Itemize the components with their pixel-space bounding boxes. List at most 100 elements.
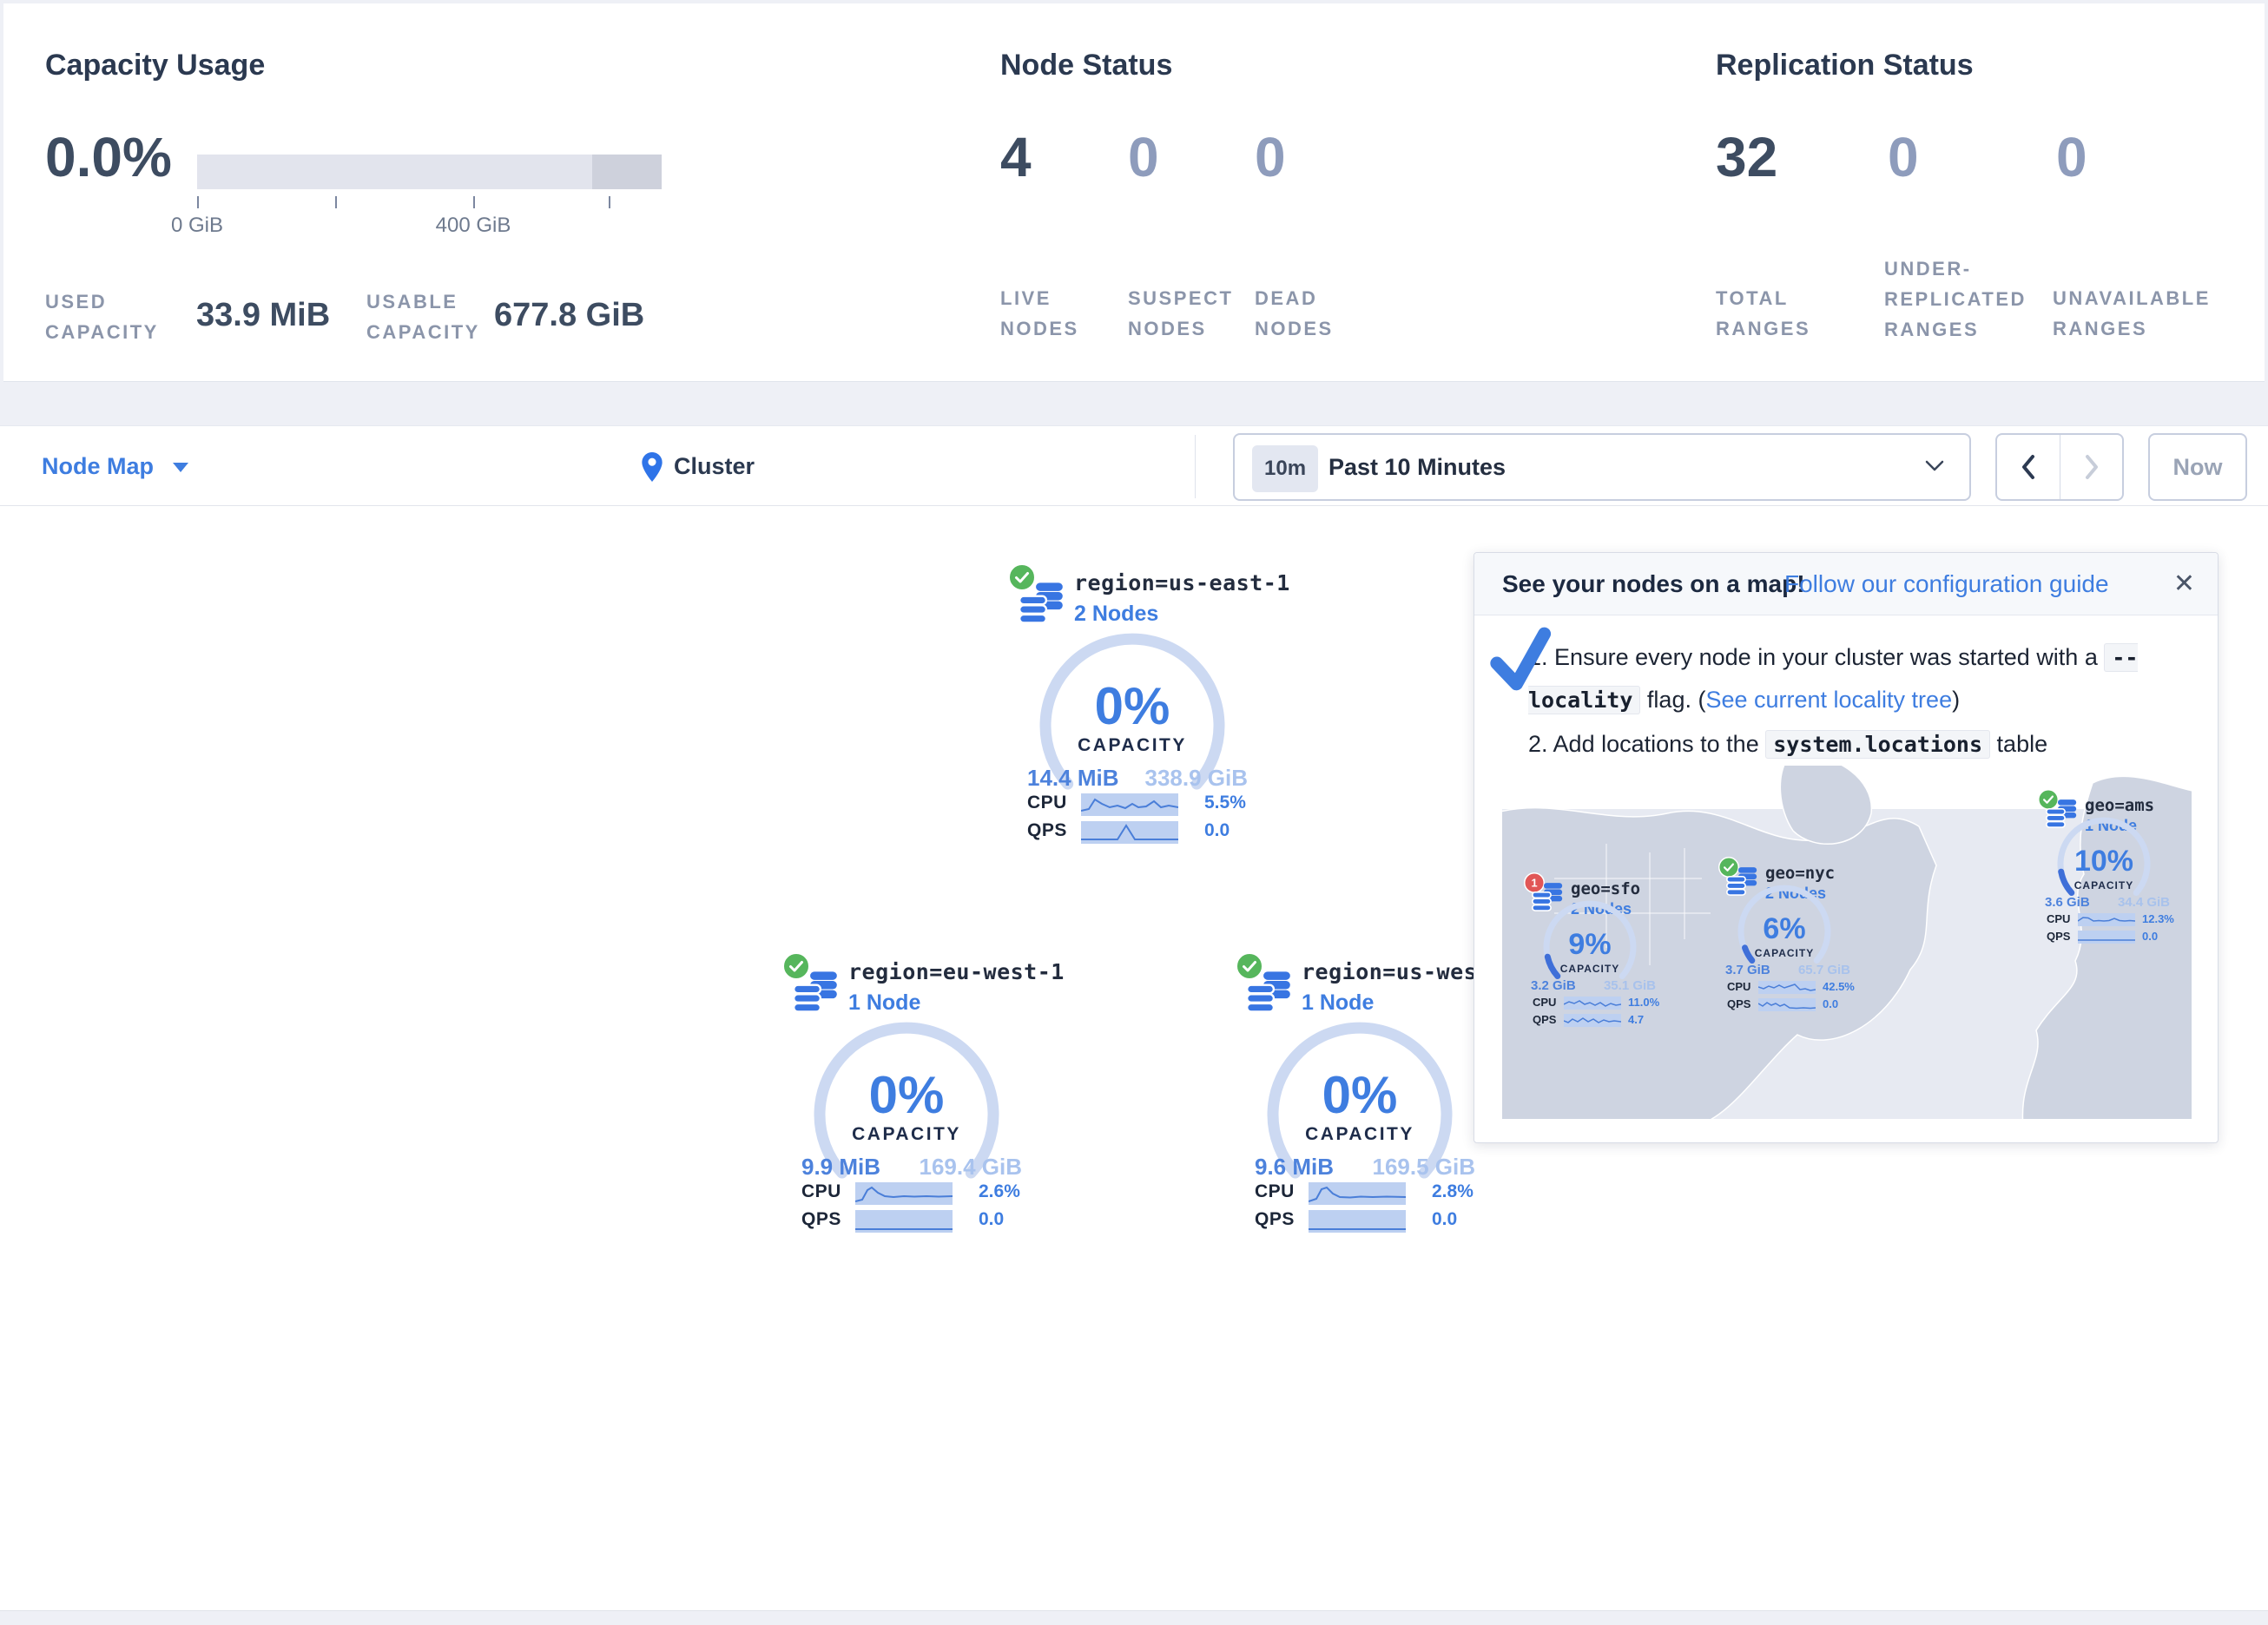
qps-label: QPS (2047, 930, 2070, 943)
under-replicated-label: UNDER-REPLICATED RANGES (1884, 253, 2058, 345)
close-icon[interactable]: ✕ (2173, 553, 2195, 615)
done-check-mark-icon (1485, 626, 1559, 701)
cpu-value: 2.6% (979, 1181, 1020, 1202)
capacity-axis-label-400: 400 GiB (421, 214, 525, 238)
cpu-value: 12.3% (2142, 912, 2174, 925)
used-capacity-value: 33.9 MiB (196, 297, 330, 334)
chevron-right-icon (2082, 453, 2101, 481)
mini-capacity-label: CAPACITY (1538, 963, 1642, 975)
capacity-axis-label-0: 0 GiB (154, 214, 241, 238)
cpu-value: 42.5% (1823, 980, 1855, 993)
map-node-geo-sfo[interactable]: 1 geo=sfo 2 Nodes 9% CAPACITY 3.2 GiB 35… (1519, 867, 1666, 1034)
mini-capacity-label: CAPACITY (1732, 947, 1836, 959)
step-text: Ensure every node in your cluster was st… (1554, 644, 2104, 670)
mini-total-capacity: 65.7 GiB (1793, 963, 1850, 977)
cpu-sparkline (1564, 997, 1621, 1010)
mini-capacity-percent: 6% (1741, 912, 1828, 946)
view-selector-label: Node Map (42, 453, 154, 479)
cpu-metric-row: CPU 2.8% (1187, 1181, 1534, 1206)
cpu-label: CPU (2047, 912, 2070, 925)
qps-sparkline (1081, 821, 1178, 844)
cpu-label: CPU (801, 1181, 841, 1202)
locality-tree-link[interactable]: See current locality tree (1705, 687, 1952, 713)
cpu-metric-row: CPU 42.5% (1713, 980, 1861, 996)
node-map-page: Capacity Usage 0.0% 0 GiB 400 GiB USED C… (0, 0, 2268, 1625)
cpu-metric-row: CPU 11.0% (1519, 996, 1666, 1011)
region-used-capacity: 9.9 MiB (801, 1154, 880, 1181)
region-nodes-link[interactable]: 1 Node (848, 990, 920, 1016)
map-node-locality: geo=sfo (1571, 879, 1640, 898)
map-node-geo-nyc[interactable]: geo=nyc 2 Nodes 6% CAPACITY 3.7 GiB 65.7… (1713, 852, 1861, 1018)
qps-label: QPS (1027, 820, 1067, 841)
usable-capacity-value: 677.8 GiB (494, 297, 644, 334)
dead-nodes-count: 0 (1255, 125, 1286, 189)
qps-value: 4.7 (1628, 1013, 1644, 1026)
mini-capacity-percent: 10% (2060, 845, 2147, 878)
capacity-gauge-label: CAPACITY (802, 1124, 1011, 1145)
map-node-locality: geo=ams (2085, 796, 2154, 815)
region-used-capacity: 9.6 MiB (1255, 1154, 1334, 1181)
breadcrumb[interactable]: Cluster (641, 426, 755, 507)
breadcrumb-cluster-label: Cluster (674, 453, 755, 480)
time-step-back-button[interactable] (1997, 435, 2060, 499)
config-step-1: 1. Ensure every node in your cluster was… (1528, 636, 2192, 721)
unavailable-ranges-label: UNAVAILABLE RANGES (2053, 283, 2244, 344)
time-range-selector[interactable]: 10m Past 10 Minutes (1233, 433, 1971, 501)
now-button[interactable]: Now (2148, 433, 2247, 501)
qps-metric-row: QPS 0.0 (734, 1209, 1081, 1234)
qps-value: 0.0 (1204, 820, 1230, 841)
live-nodes-count: 4 (1000, 125, 1032, 189)
region-nodes-link[interactable]: 2 Nodes (1074, 602, 1158, 627)
time-step-controls (1995, 433, 2124, 501)
capacity-used-percent: 0.0% (45, 125, 172, 189)
cluster-summary-panel: Capacity Usage 0.0% 0 GiB 400 GiB USED C… (3, 3, 2265, 382)
region-nodes-link[interactable]: 1 Node (1302, 990, 1374, 1016)
configuration-guide-link[interactable]: Follow our configuration guide (1784, 553, 2109, 615)
example-node-map-preview: 1 geo=sfo 2 Nodes 9% CAPACITY 3.2 GiB 35… (1502, 766, 2192, 1119)
node-status-title: Node Status (1000, 49, 1172, 82)
region-group-eu-west-1[interactable]: region=eu-west-1 1 Node 0% CAPACITY 9.9 … (734, 949, 1081, 1253)
view-selector-dropdown[interactable]: Node Map (42, 426, 188, 507)
cpu-value: 2.8% (1432, 1181, 1474, 1202)
qps-metric-row: QPS 4.7 (1519, 1013, 1666, 1029)
usable-capacity-label: USABLE CAPACITY (366, 286, 497, 347)
live-nodes-label: LIVE NODES (1000, 283, 1096, 344)
cpu-label: CPU (1027, 793, 1067, 813)
qps-label: QPS (1255, 1209, 1295, 1230)
region-capacity-percent: 0% (1273, 1065, 1447, 1125)
mini-capacity-percent: 9% (1546, 928, 1633, 962)
capacity-gauge-label: CAPACITY (1256, 1124, 1464, 1145)
used-capacity-label: USED CAPACITY (45, 286, 167, 347)
qps-sparkline (1564, 1014, 1621, 1027)
capacity-bar (197, 155, 662, 189)
region-capacity-percent: 0% (1045, 676, 1219, 736)
capacity-axis-tick (609, 196, 610, 208)
cpu-sparkline (855, 1182, 953, 1205)
cpu-label: CPU (1255, 1181, 1295, 1202)
qps-sparkline (1309, 1210, 1406, 1233)
cpu-metric-row: CPU 5.5% (959, 793, 1307, 817)
capacity-axis-tick (197, 196, 199, 208)
total-ranges-count: 32 (1716, 125, 1777, 189)
under-replicated-count: 0 (1888, 125, 1919, 189)
database-nodes-icon (1019, 582, 1064, 624)
region-group-us-east-1[interactable]: region=us-east-1 2 Nodes 0% CAPACITY 14.… (959, 560, 1307, 864)
time-step-forward-button[interactable] (2060, 435, 2123, 499)
mini-used-capacity: 3.7 GiB (1725, 963, 1770, 977)
chevron-down-icon (173, 463, 188, 472)
map-node-geo-ams[interactable]: geo=ams 1 Node 10% CAPACITY 3.6 GiB 34.4… (2033, 784, 2180, 951)
page-footer-strip (0, 1610, 2268, 1625)
cpu-metric-row: CPU 12.3% (2033, 912, 2180, 928)
qps-value: 0.0 (2142, 930, 2158, 943)
region-total-capacity: 169.5 GiB (1368, 1154, 1475, 1181)
qps-metric-row: QPS 0.0 (1713, 997, 1861, 1013)
cpu-value: 5.5% (1204, 793, 1246, 813)
qps-sparkline (855, 1210, 953, 1233)
suspect-nodes-label: SUSPECT NODES (1128, 283, 1241, 344)
qps-sparkline (1758, 998, 1816, 1011)
toolbar-divider (1195, 435, 1196, 498)
mini-total-capacity: 35.1 GiB (1599, 978, 1656, 993)
chevron-left-icon (2019, 453, 2038, 481)
qps-value: 0.0 (1823, 997, 1838, 1010)
cpu-sparkline (1758, 981, 1816, 994)
